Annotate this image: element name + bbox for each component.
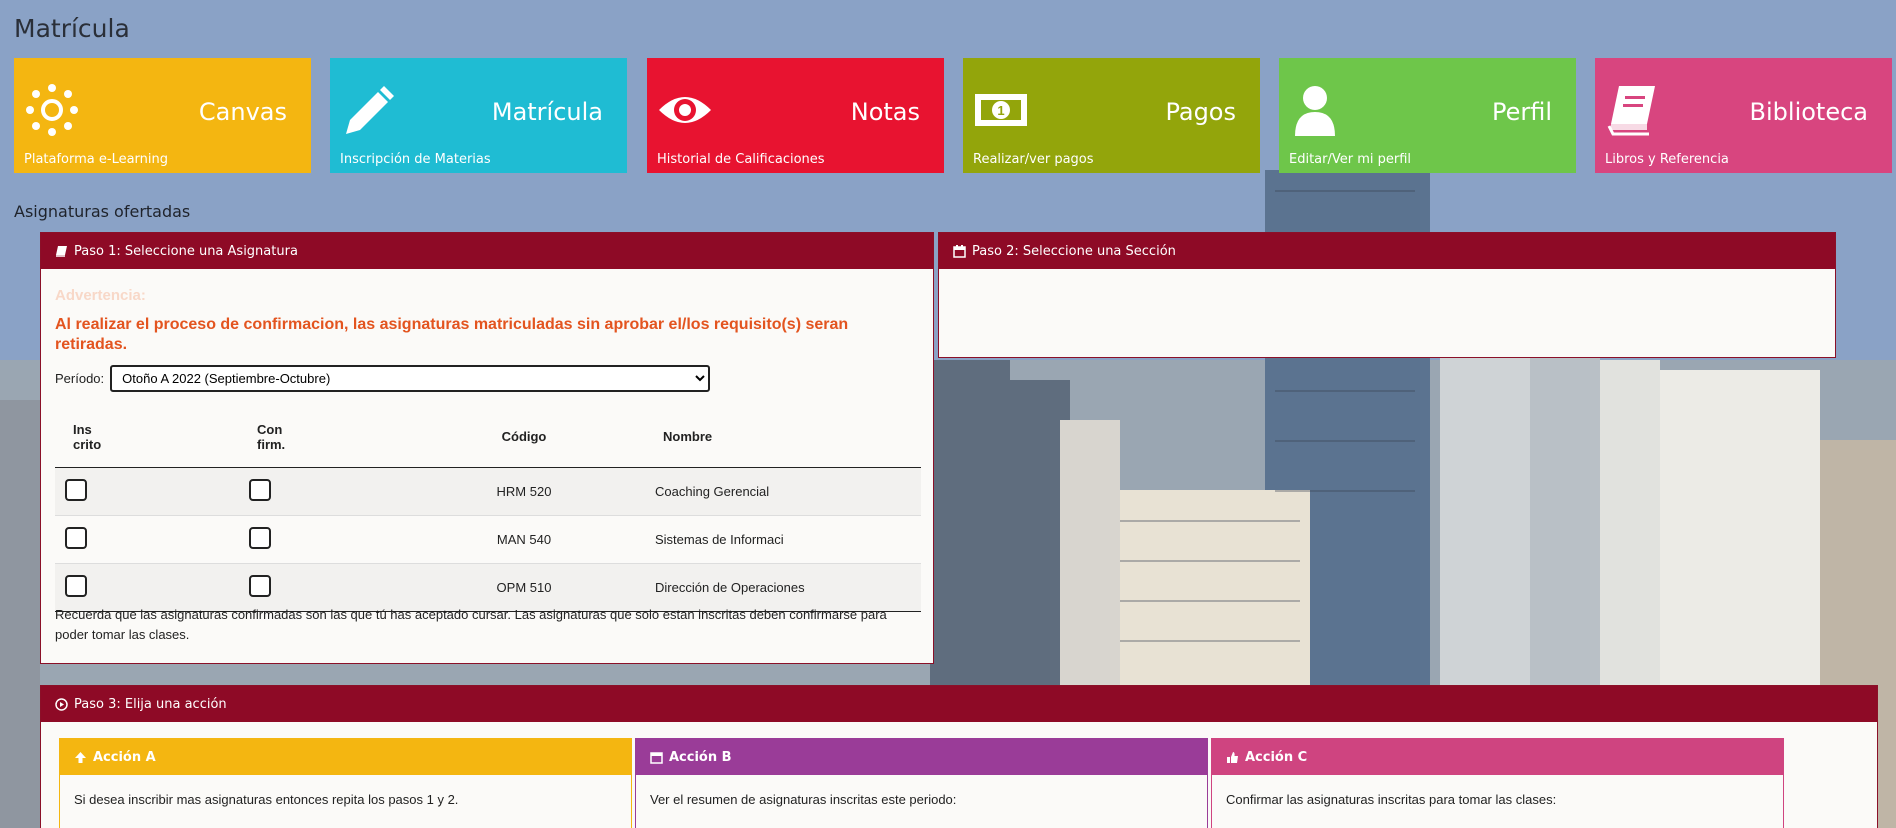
action-b-text: Ver el resumen de asignaturas inscritas …: [650, 792, 957, 807]
tile-subtitle: Editar/Ver mi perfil: [1289, 152, 1412, 167]
actions-row: Acción A Si desea inscribir mas asignatu…: [59, 738, 1859, 828]
step1-header: Paso 1: Seleccione una Asignatura: [41, 233, 933, 269]
inscrito-checkbox[interactable]: [65, 574, 87, 597]
page-title: Matrícula: [14, 14, 130, 43]
action-b-card[interactable]: Acción B Ver el resumen de asignaturas i…: [635, 738, 1208, 828]
pencil-icon: [346, 86, 394, 134]
step2-panel: Paso 2: Seleccione una Sección: [938, 232, 1836, 358]
period-row: Período: Otoño A 2022 (Septiembre-Octubr…: [55, 365, 711, 392]
arrow-up-icon: [75, 751, 86, 763]
tile-title: Notas: [850, 98, 920, 126]
courses-table: Ins crito Con firm. Código Nombre HRM 520 …: [55, 407, 921, 612]
action-a-header: Acción A: [60, 739, 631, 775]
tile-notas[interactable]: Notas Historial de Calificaciones: [647, 58, 944, 173]
tile-title: Perfil: [1491, 98, 1552, 126]
action-c-card[interactable]: Acción C Confirmar las asignaturas inscr…: [1211, 738, 1784, 828]
action-b-header: Acción B: [636, 739, 1207, 775]
step3-title: Paso 3: Elija una acción: [74, 696, 227, 712]
book-icon: [56, 245, 67, 257]
confirmation-note: Recuerda que las asignaturas confirmadas…: [55, 607, 887, 642]
tile-biblioteca[interactable]: Biblioteca Libros y Referencia: [1595, 58, 1892, 173]
eye-icon: [659, 97, 711, 123]
confirmado-checkbox[interactable]: [249, 478, 271, 501]
col-confirmado: Con firm.: [239, 407, 409, 468]
book-icon: [1607, 86, 1655, 136]
tile-perfil[interactable]: Perfil Editar/Ver mi perfil: [1279, 58, 1576, 173]
col-inscrito: Ins crito: [55, 407, 239, 468]
section-label: Asignaturas ofertadas: [14, 202, 191, 221]
thumbs-up-icon: [1227, 751, 1238, 763]
confirmado-checkbox[interactable]: [249, 526, 271, 549]
tile-title: Canvas: [198, 98, 287, 126]
tile-subtitle: Libros y Referencia: [1605, 152, 1729, 167]
action-b-title: Acción B: [669, 749, 732, 765]
tile-subtitle: Plataforma e-Learning: [24, 152, 169, 167]
money-icon: 1: [975, 94, 1027, 126]
course-name: Coaching Gerencial: [639, 467, 921, 516]
action-a-card[interactable]: Acción A Si desea inscribir mas asignatu…: [59, 738, 632, 828]
tile-pagos[interactable]: 1 Pagos Realizar/ver pagos: [963, 58, 1260, 173]
play-circle-icon: [55, 697, 68, 711]
table-row: MAN 540 Sistemas de Informaci: [55, 515, 921, 564]
course-code: HRM 520: [409, 467, 639, 516]
inscrito-checkbox[interactable]: [65, 526, 87, 549]
tile-subtitle: Realizar/ver pagos: [973, 152, 1094, 167]
step1-panel: Paso 1: Seleccione una Asignatura Advert…: [40, 232, 934, 664]
action-c-title: Acción C: [1245, 749, 1308, 765]
step3-header: Paso 3: Elija una acción: [41, 686, 1877, 722]
period-select[interactable]: Otoño A 2022 (Septiembre-Octubre): [110, 365, 711, 392]
warning-title: Advertencia:: [55, 287, 146, 304]
course-code: MAN 540: [409, 515, 639, 564]
action-a-text: Si desea inscribir mas asignaturas enton…: [74, 792, 459, 807]
course-name: Dirección de Operaciones: [639, 563, 921, 612]
warning-text: Al realizar el proceso de confirmacion, …: [55, 316, 849, 353]
user-icon: [1295, 86, 1335, 136]
tile-subtitle: Inscripción de Materias: [340, 152, 491, 167]
table-row: OPM 510 Dirección de Operaciones: [55, 563, 921, 612]
tile-title: Matrícula: [491, 98, 603, 126]
action-c-header: Acción C: [1212, 739, 1783, 775]
step3-panel: Paso 3: Elija una acción Acción A Si des…: [40, 685, 1878, 828]
action-c-text: Confirmar las asignaturas inscritas para…: [1226, 792, 1557, 807]
tile-title: Biblioteca: [1749, 98, 1868, 126]
tile-title: Pagos: [1165, 98, 1236, 126]
step1-title: Paso 1: Seleccione una Asignatura: [74, 243, 298, 259]
step2-header: Paso 2: Seleccione una Sección: [939, 233, 1835, 269]
app-tiles: Canvas Plataforma e-Learning Matrícula I…: [14, 58, 1896, 173]
step2-title: Paso 2: Seleccione una Sección: [972, 243, 1176, 259]
period-label: Período:: [55, 371, 105, 386]
table-row: HRM 520 Coaching Gerencial: [55, 467, 921, 516]
calendar-icon: [953, 244, 966, 258]
inscrito-checkbox[interactable]: [65, 478, 87, 501]
course-name: Sistemas de Informaci: [639, 515, 921, 564]
tile-canvas[interactable]: Canvas Plataforma e-Learning: [14, 58, 311, 173]
confirmado-checkbox[interactable]: [249, 574, 271, 597]
calendar-icon: [650, 751, 663, 764]
tile-matricula[interactable]: Matrícula Inscripción de Materias: [330, 58, 627, 173]
course-code: OPM 510: [409, 563, 639, 612]
col-codigo: Código: [409, 407, 639, 468]
svg-text:1: 1: [997, 103, 1004, 118]
action-a-title: Acción A: [93, 749, 156, 765]
col-nombre: Nombre: [639, 407, 921, 468]
canvas-icon: [26, 84, 78, 136]
tile-subtitle: Historial de Calificaciones: [657, 152, 825, 167]
